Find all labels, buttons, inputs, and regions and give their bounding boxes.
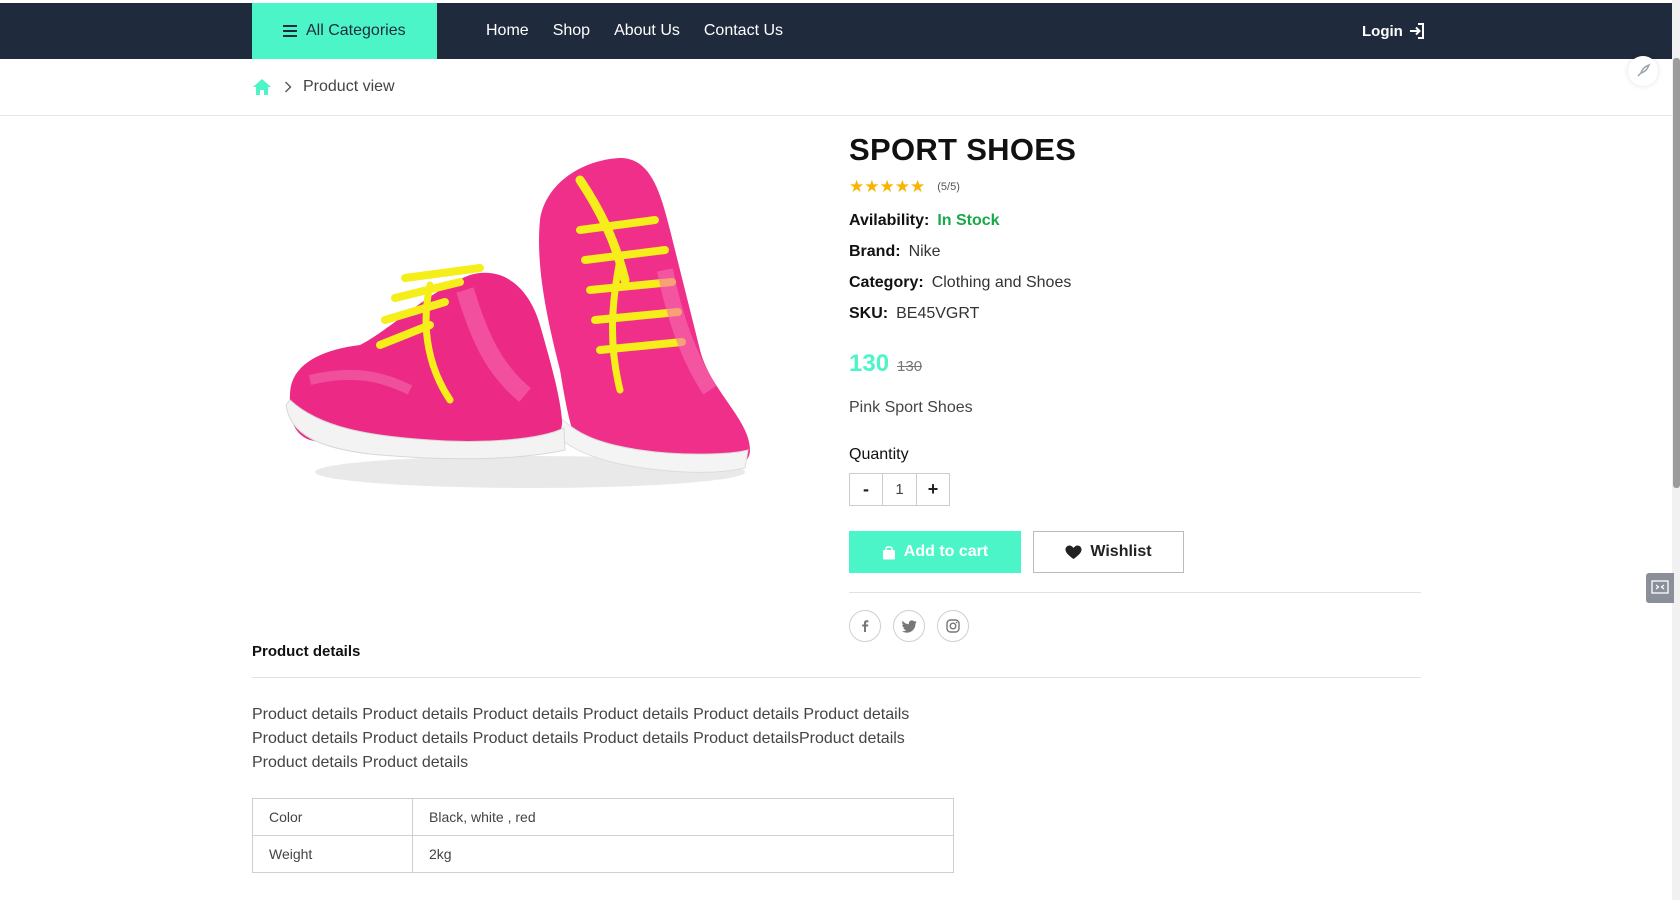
category-label: Category: (849, 274, 924, 291)
social-share (849, 610, 981, 642)
all-categories-button[interactable]: All Categories (252, 3, 437, 59)
rocket-icon[interactable] (1628, 56, 1658, 86)
quantity-decrease-button[interactable]: - (849, 473, 883, 506)
star-icon: ★ (849, 177, 865, 196)
sku-row: SKU: BE45VGRT (849, 305, 979, 323)
rating-text: (5/5) (937, 180, 960, 193)
heart-icon (1065, 545, 1082, 559)
nav-link-contact-us[interactable]: Contact Us (704, 22, 783, 40)
breadcrumb-current: Product view (303, 78, 395, 95)
nav-link-shop[interactable]: Shop (553, 22, 590, 40)
all-categories-label: All Categories (306, 22, 406, 39)
short-description: Pink Sport Shoes (849, 399, 973, 416)
main-nav: Home Shop About Us Contact Us (486, 3, 807, 59)
quantity-stepper: - 1 + (849, 473, 950, 506)
product-title: SPORT SHOES (849, 132, 1077, 167)
menu-icon (283, 25, 297, 37)
star-icon: ★ (894, 177, 910, 196)
chevron-right-icon (285, 81, 292, 93)
spec-value-color: Black, white , red (412, 798, 954, 836)
details-divider (252, 677, 1421, 678)
info-divider (849, 592, 1421, 593)
page-scrollbar-thumb[interactable] (1673, 58, 1680, 488)
twitter-icon[interactable] (893, 610, 925, 642)
instagram-icon[interactable] (937, 610, 969, 642)
chat-icon[interactable] (1646, 573, 1674, 603)
spec-key-color: Color (252, 798, 413, 836)
nav-link-about-us[interactable]: About Us (614, 22, 680, 40)
price-old: 130 (897, 358, 923, 375)
product-details-title: Product details (252, 643, 361, 660)
login-label: Login (1362, 22, 1403, 40)
product-image (285, 158, 750, 488)
category-row: Category: Clothing and Shoes (849, 274, 1071, 292)
add-to-cart-label: Add to cart (903, 543, 989, 560)
product-details-text: Product details Product details Product … (252, 706, 910, 771)
spec-key-weight: Weight (252, 835, 413, 873)
login-button[interactable]: Login (1362, 3, 1426, 59)
home-icon[interactable] (252, 78, 272, 96)
price-current: 130 (849, 350, 890, 377)
facebook-icon[interactable] (849, 610, 881, 642)
star-icon: ★ (910, 177, 926, 196)
add-to-cart-button[interactable]: Add to cart (849, 531, 1021, 573)
breadcrumb: Product view (252, 72, 395, 102)
sku-label: SKU: (849, 305, 889, 322)
sku-value: BE45VGRT (896, 305, 980, 322)
brand-row: Brand: Nike (849, 243, 941, 261)
nav-link-home[interactable]: Home (486, 22, 529, 40)
availability-value: In Stock (937, 212, 1000, 229)
top-navbar: All Categories Home Shop About Us Contac… (0, 3, 1672, 59)
login-icon (1409, 23, 1424, 39)
star-icon: ★ (879, 177, 895, 196)
spec-value-weight: 2kg (412, 835, 954, 873)
specifications-table: Color Black, white , red Weight 2kg (252, 798, 954, 873)
quantity-increase-button[interactable]: + (916, 473, 950, 506)
brand-label: Brand: (849, 243, 901, 260)
availability-row: Avilability: In Stock (849, 212, 1000, 230)
table-row: Color Black, white , red (252, 798, 954, 836)
quantity-input[interactable]: 1 (883, 473, 916, 506)
category-value: Clothing and Shoes (931, 274, 1072, 291)
availability-label: Avilability: (849, 212, 930, 229)
table-row: Weight 2kg (252, 835, 954, 873)
rating: ★ ★ ★ ★ ★ (5/5) (849, 178, 960, 195)
star-icon: ★ (864, 177, 880, 196)
shopping-bag-icon (882, 545, 895, 559)
wishlist-label: Wishlist (1090, 543, 1152, 560)
breadcrumb-divider (0, 115, 1672, 116)
price: 130 130 (849, 350, 922, 378)
wishlist-button[interactable]: Wishlist (1033, 531, 1184, 573)
quantity-label: Quantity (849, 446, 909, 463)
brand-value: Nike (908, 243, 941, 260)
